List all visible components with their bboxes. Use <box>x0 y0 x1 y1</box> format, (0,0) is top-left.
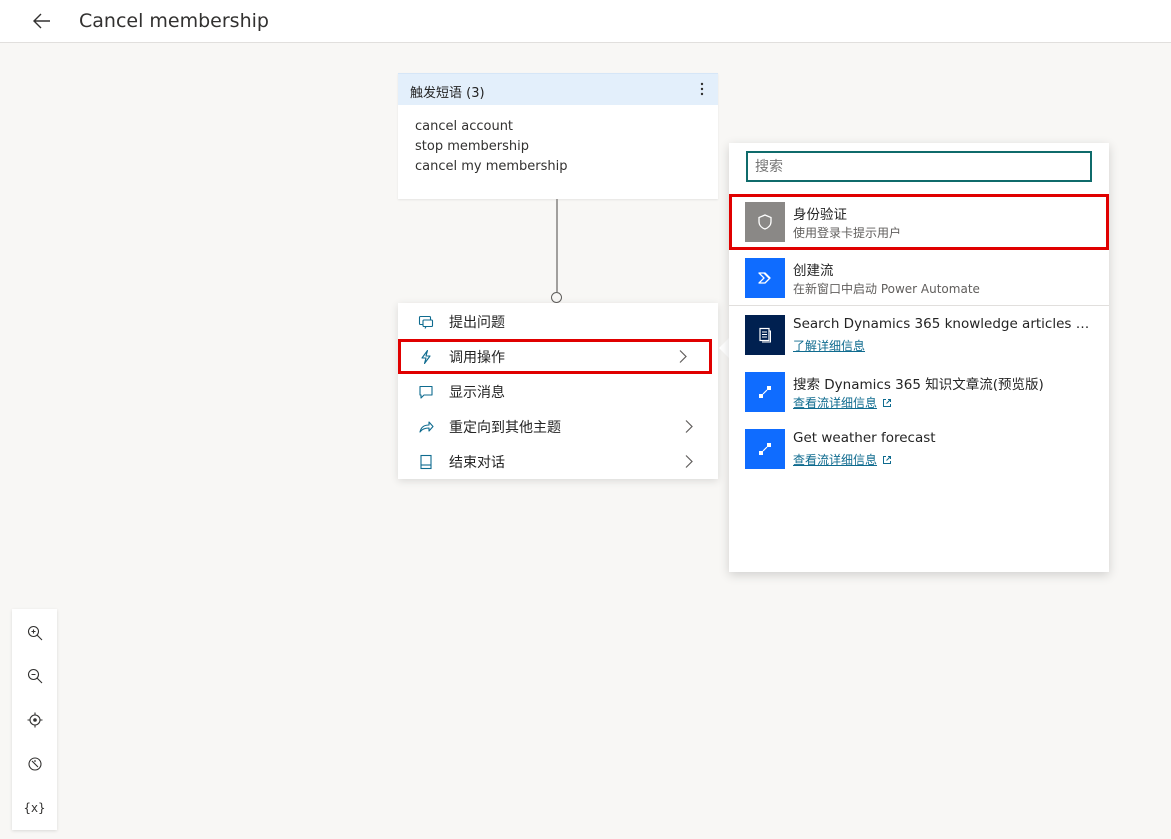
external-link-icon <box>882 398 892 408</box>
canvas-controls: {x} <box>12 609 57 830</box>
flow-icon <box>745 429 785 469</box>
action-item-authentication[interactable]: 身份验证 使用登录卡提示用户 <box>729 194 1109 250</box>
trigger-phrase-list: cancel account stop membership cancel my… <box>398 105 718 189</box>
flow-icon <box>745 372 785 412</box>
link-label: 查看流详细信息 <box>793 396 878 410</box>
link-label: 查看流详细信息 <box>793 453 878 467</box>
connector-line <box>556 199 558 292</box>
chevron-right-icon <box>684 454 694 469</box>
zoom-out-icon[interactable] <box>22 663 47 688</box>
variables-button[interactable]: {x} <box>22 795 47 820</box>
trigger-phrase: cancel my membership <box>415 159 568 174</box>
shield-icon <box>745 202 785 242</box>
page-title: Cancel membership <box>79 10 269 32</box>
action-title: 身份验证 <box>793 207 847 223</box>
menu-item-show-message[interactable]: 显示消息 <box>398 374 718 409</box>
menu-item-ask-question[interactable]: 提出问题 <box>398 304 718 339</box>
menu-item-end-conversation[interactable]: 结束对话 <box>398 444 718 479</box>
action-item-get-weather[interactable]: Get weather forecast 查看流详细信息 <box>729 421 1109 477</box>
trigger-card-header: 触发短语 (3) <box>398 73 718 105</box>
action-item-search-dynamics-articles[interactable]: Search Dynamics 365 knowledge articles (… <box>729 307 1109 363</box>
menu-item-label: 结束对话 <box>449 454 505 471</box>
trigger-phrase: cancel account <box>415 119 514 134</box>
chevron-right-icon <box>678 349 688 364</box>
zoom-in-icon[interactable] <box>22 620 47 645</box>
action-title: 搜索 Dynamics 365 知识文章流(预览版) <box>793 377 1044 393</box>
action-item-create-flow[interactable]: 创建流 在新窗口中启动 Power Automate <box>729 250 1109 306</box>
menu-item-label: 调用操作 <box>449 349 505 366</box>
action-picker-panel: 身份验证 使用登录卡提示用户 创建流 在新窗口中启动 Power Automat… <box>729 143 1109 572</box>
document-icon <box>745 315 785 355</box>
trigger-card-title: 触发短语 (3) <box>410 86 485 101</box>
action-title: 创建流 <box>793 263 834 279</box>
search-input[interactable] <box>746 151 1092 182</box>
menu-item-label: 提出问题 <box>449 314 505 331</box>
learn-more-link[interactable]: 了解详细信息 <box>793 337 865 354</box>
power-automate-icon <box>745 258 785 298</box>
back-arrow-icon[interactable] <box>30 9 54 33</box>
divider <box>729 305 1109 306</box>
trigger-phrase: stop membership <box>415 139 530 154</box>
redirect-icon <box>418 419 434 435</box>
view-flow-details-link[interactable]: 查看流详细信息 <box>793 451 892 468</box>
variables-label: {x} <box>23 800 46 815</box>
recenter-icon[interactable] <box>22 707 47 732</box>
external-link-icon <box>882 455 892 465</box>
message-icon <box>418 384 434 400</box>
submenu-pointer <box>719 338 729 358</box>
end-conversation-icon <box>418 454 434 470</box>
action-subtitle: 使用登录卡提示用户 <box>793 226 902 240</box>
action-title: Get weather forecast <box>793 430 936 446</box>
view-flow-details-link[interactable]: 查看流详细信息 <box>793 394 892 411</box>
top-bar: Cancel membership <box>0 0 1171 43</box>
chevron-right-icon <box>684 419 694 434</box>
add-node-handle[interactable] <box>551 292 562 303</box>
minimap-icon[interactable] <box>22 751 47 776</box>
action-item-search-dynamics-flow[interactable]: 搜索 Dynamics 365 知识文章流(预览版) 查看流详细信息 <box>729 364 1109 420</box>
add-node-menu: 提出问题 调用操作 显示消息 重定向到其他主题 结束对话 <box>398 303 718 479</box>
menu-item-label: 显示消息 <box>449 384 505 401</box>
menu-item-call-action[interactable]: 调用操作 <box>398 339 712 374</box>
link-label: 了解详细信息 <box>793 339 866 353</box>
question-icon <box>418 314 434 330</box>
action-subtitle: 在新窗口中启动 Power Automate <box>793 282 980 296</box>
action-title: Search Dynamics 365 knowledge articles (… <box>793 316 1093 332</box>
more-options-icon[interactable] <box>696 80 708 98</box>
menu-item-label: 重定向到其他主题 <box>449 419 561 436</box>
trigger-phrases-card[interactable]: 触发短语 (3) cancel account stop membership … <box>398 73 718 199</box>
lightning-icon <box>418 349 434 365</box>
menu-item-redirect-topic[interactable]: 重定向到其他主题 <box>398 409 718 444</box>
